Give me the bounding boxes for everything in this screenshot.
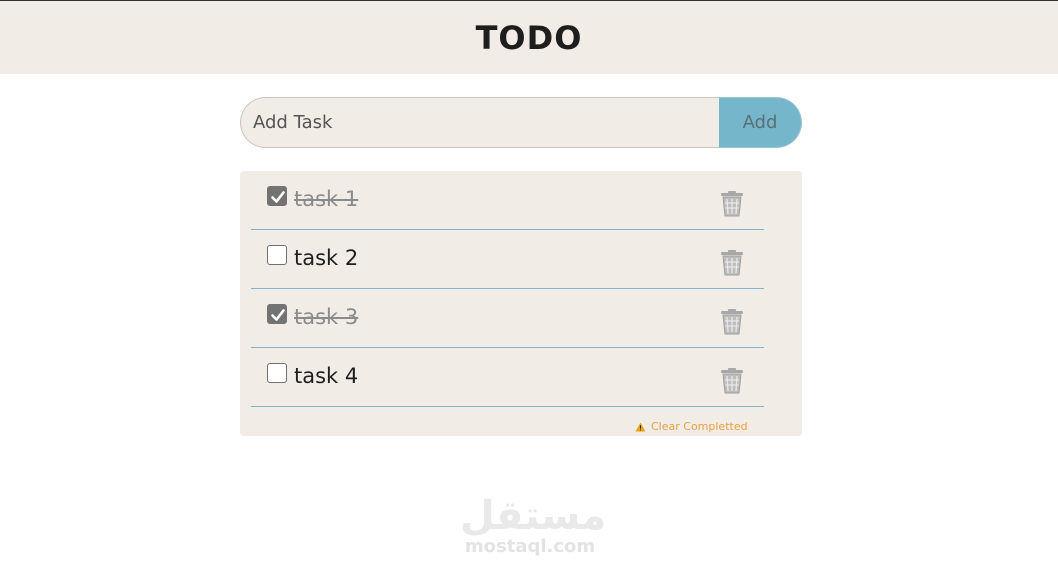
checkmark-icon xyxy=(271,191,285,203)
add-button[interactable]: Add xyxy=(719,97,802,148)
clear-completed-button[interactable]: Clear Completted xyxy=(635,420,748,433)
warning-icon xyxy=(635,422,646,431)
trash-icon[interactable] xyxy=(720,191,744,217)
page-title: TODO xyxy=(475,18,583,57)
task-label: task 4 xyxy=(294,364,359,388)
task-label: task 1 xyxy=(294,187,359,211)
watermark-latin: mostaql.com xyxy=(464,536,596,557)
task-checkbox[interactable] xyxy=(267,245,287,265)
task-label: task 3 xyxy=(294,305,359,329)
task-checkbox[interactable] xyxy=(267,304,287,324)
trash-icon[interactable] xyxy=(720,309,744,335)
task-row: task 1 xyxy=(251,171,764,230)
task-label: task 2 xyxy=(294,246,359,270)
trash-icon[interactable] xyxy=(720,250,744,276)
add-task-input[interactable] xyxy=(240,97,719,148)
task-row: task 3 xyxy=(251,289,764,348)
trash-icon[interactable] xyxy=(720,368,744,394)
watermark-arabic: مستقل xyxy=(460,493,607,539)
page-header: TODO xyxy=(0,1,1058,74)
task-list: task 1 task 2 task 3 task 4 Clear Comple… xyxy=(240,171,802,436)
clear-completed-label: Clear Completted xyxy=(651,420,748,433)
task-checkbox[interactable] xyxy=(267,186,287,206)
add-task-form: Add xyxy=(240,97,802,148)
watermark-logo: مستقل mostaql.com xyxy=(460,493,607,560)
checkmark-icon xyxy=(271,309,285,321)
task-checkbox[interactable] xyxy=(267,363,287,383)
task-row: task 4 xyxy=(251,348,764,407)
task-row: task 2 xyxy=(251,230,764,289)
